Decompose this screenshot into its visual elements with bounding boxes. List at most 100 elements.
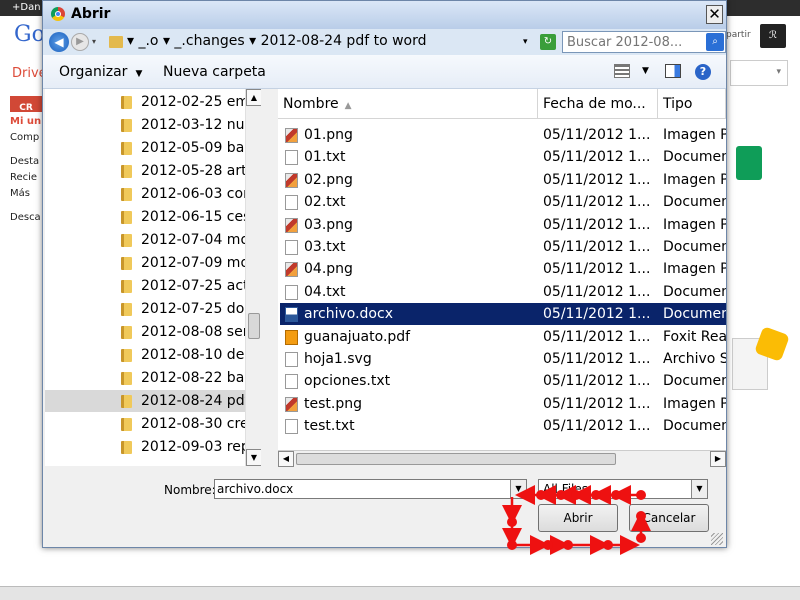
sidebar-item-my-drive[interactable]: Mi un bbox=[10, 116, 44, 132]
path-dropdown[interactable]: ▾ bbox=[523, 37, 528, 47]
filename-input[interactable] bbox=[217, 481, 507, 497]
view-dropdown[interactable]: ▼ bbox=[642, 66, 649, 76]
file-date: 05/11/2012 1... bbox=[543, 261, 651, 278]
sidebar-item-shared[interactable]: Comp bbox=[10, 132, 44, 148]
tree-item[interactable]: 2012-02-25 emp bbox=[45, 91, 245, 113]
file-date: 05/11/2012 1... bbox=[543, 239, 651, 255]
folder-icon bbox=[121, 257, 132, 270]
scroll-thumb[interactable] bbox=[248, 313, 260, 339]
tree-item[interactable]: 2012-08-10 desi bbox=[45, 344, 245, 366]
user-link[interactable]: +Dan bbox=[12, 2, 41, 13]
file-list-hscrollbar[interactable]: ◀ ▶ bbox=[278, 450, 726, 467]
tree-item-label: 2012-07-04 moc bbox=[141, 232, 245, 248]
tree-item[interactable]: 2012-07-09 moc bbox=[45, 252, 245, 274]
preview-pane-icon[interactable] bbox=[665, 64, 681, 78]
new-folder-button[interactable]: Nueva carpeta bbox=[163, 64, 266, 80]
file-date: 05/11/2012 1... bbox=[543, 127, 651, 143]
tree-item[interactable]: 2012-08-22 ban bbox=[45, 367, 245, 389]
file-name: test.txt bbox=[304, 418, 355, 435]
scroll-up-icon[interactable]: ▲ bbox=[246, 89, 261, 106]
file-row[interactable]: 04.txt 05/11/2012 1... Documen bbox=[280, 281, 726, 303]
sidebar-item-download[interactable]: Desca bbox=[10, 212, 44, 228]
breadcrumb[interactable]: ▾ _.o ▾ _.changes ▾ 2012-08-24 pdf to wo… bbox=[127, 33, 517, 49]
tree-item[interactable]: 2012-07-25 don bbox=[45, 298, 245, 320]
chevron-down-icon[interactable]: ▼ bbox=[510, 480, 526, 498]
file-type: Foxit Rea bbox=[663, 328, 726, 345]
tree-item[interactable]: 2012-09-03 repo bbox=[45, 436, 245, 458]
view-options-icon[interactable] bbox=[614, 64, 630, 78]
file-row[interactable]: archivo.docx 05/11/2012 1... Documen bbox=[280, 303, 726, 326]
column-header-date[interactable]: Fecha de mo... bbox=[538, 89, 658, 119]
chevron-down-icon[interactable]: ▼ bbox=[691, 480, 707, 498]
forward-arrow-icon[interactable]: ▶ bbox=[71, 33, 89, 51]
file-type-filter[interactable]: All Files ▼ bbox=[538, 479, 708, 499]
file-row[interactable]: 02.txt 05/11/2012 1... Documen bbox=[280, 191, 726, 213]
resize-grip[interactable] bbox=[711, 533, 723, 545]
close-button[interactable]: ✕ bbox=[706, 5, 723, 24]
tree-item[interactable]: 2012-06-03 con bbox=[45, 183, 245, 205]
tree-item[interactable]: 2012-08-24 pdf bbox=[45, 390, 245, 412]
column-header-type[interactable]: Tipo bbox=[658, 89, 726, 119]
sidebar-item-starred[interactable]: Desta bbox=[10, 156, 44, 172]
recent-locations-dropdown[interactable]: ▾ bbox=[92, 37, 96, 46]
tree-item[interactable]: 2012-05-28 artic bbox=[45, 160, 245, 182]
svg-icon bbox=[285, 352, 298, 367]
pane-splitter[interactable] bbox=[261, 89, 278, 466]
open-button[interactable]: Abrir bbox=[538, 504, 618, 532]
folder-icon bbox=[121, 96, 132, 109]
file-row[interactable]: 01.txt 05/11/2012 1... Documen bbox=[280, 146, 726, 168]
tree-item[interactable]: 2012-07-04 moc bbox=[45, 229, 245, 251]
file-row[interactable]: test.txt 05/11/2012 1... Documen bbox=[280, 415, 726, 437]
folder-icon bbox=[121, 188, 132, 201]
tree-item[interactable]: 2012-08-30 cred bbox=[45, 413, 245, 435]
folder-icon bbox=[121, 280, 132, 293]
folder-tree: 2012-09-03 repo 2012-08-30 cred 2012-08-24… bbox=[45, 89, 261, 466]
open-file-dialog: Abrir ✕ ◀ ▶ ▾ ▾ _.o ▾ _.changes ▾ 2012-0… bbox=[42, 0, 727, 548]
scroll-down-icon[interactable]: ▼ bbox=[246, 449, 261, 466]
file-row[interactable]: opciones.txt 05/11/2012 1... Documen bbox=[280, 370, 726, 392]
file-row[interactable]: 02.png 05/11/2012 1... Imagen P bbox=[280, 169, 726, 191]
file-row[interactable]: hoja1.svg 05/11/2012 1... Archivo S bbox=[280, 348, 726, 370]
tree-item-label: 2012-07-25 don bbox=[141, 301, 245, 317]
share-button[interactable]: partir bbox=[726, 26, 752, 46]
file-name: 01.txt bbox=[304, 149, 346, 166]
cancel-button[interactable]: Cancelar bbox=[629, 504, 709, 532]
file-date: 05/11/2012 1... bbox=[543, 306, 651, 323]
file-type: Documen bbox=[663, 283, 726, 300]
txt-icon bbox=[285, 195, 298, 211]
tree-item-label: 2012-03-12 nue bbox=[141, 117, 245, 133]
create-button[interactable]: CR bbox=[10, 96, 42, 112]
scroll-thumb[interactable] bbox=[296, 453, 616, 465]
dialog-titlebar[interactable]: Abrir ✕ bbox=[43, 1, 726, 29]
back-arrow-icon[interactable]: ◀ bbox=[49, 32, 69, 52]
file-row[interactable]: 04.png 05/11/2012 1... Imagen P bbox=[280, 258, 726, 280]
tree-item[interactable]: 2012-08-08 sem bbox=[45, 321, 245, 343]
file-row[interactable]: test.png 05/11/2012 1... Imagen P bbox=[280, 393, 726, 415]
file-row[interactable]: 03.txt 05/11/2012 1... Documen bbox=[280, 236, 726, 258]
file-name: 02.txt bbox=[304, 194, 346, 211]
file-row[interactable]: 03.png 05/11/2012 1... Imagen P bbox=[280, 214, 726, 236]
file-type: Imagen P bbox=[663, 171, 726, 188]
tree-item[interactable]: 2012-05-09 ban bbox=[45, 137, 245, 159]
file-date: 05/11/2012 1... bbox=[543, 149, 651, 166]
file-name: 03.png bbox=[304, 216, 353, 233]
tree-scrollbar[interactable]: ▲ ▼ bbox=[245, 89, 261, 466]
search-input[interactable] bbox=[567, 33, 705, 51]
refresh-icon[interactable]: ↻ bbox=[540, 34, 556, 50]
organize-button[interactable]: Organizar ▼ bbox=[59, 64, 142, 80]
tree-item[interactable]: 2012-07-25 acta bbox=[45, 275, 245, 297]
tree-item[interactable]: 2012-03-12 nue bbox=[45, 114, 245, 136]
background-select[interactable]: ▾ bbox=[730, 60, 788, 86]
file-row[interactable]: guanajuato.pdf 05/11/2012 1... Foxit Rea bbox=[280, 326, 726, 348]
search-icon[interactable]: ⌕ bbox=[706, 33, 724, 51]
signature-icon[interactable]: ℛ bbox=[760, 24, 786, 48]
tree-item[interactable]: 2012-06-15 cesp bbox=[45, 206, 245, 228]
file-row[interactable]: 01.png 05/11/2012 1... Imagen P bbox=[280, 124, 726, 146]
help-icon[interactable]: ? bbox=[695, 64, 711, 80]
scroll-left-icon[interactable]: ◀ bbox=[278, 451, 294, 467]
png-icon bbox=[285, 262, 298, 278]
column-header-name[interactable]: Nombre ▲ bbox=[278, 89, 538, 119]
scroll-right-icon[interactable]: ▶ bbox=[710, 451, 726, 467]
sidebar-item-more[interactable]: Más bbox=[10, 188, 44, 204]
sidebar-item-recent[interactable]: Recie bbox=[10, 172, 44, 188]
